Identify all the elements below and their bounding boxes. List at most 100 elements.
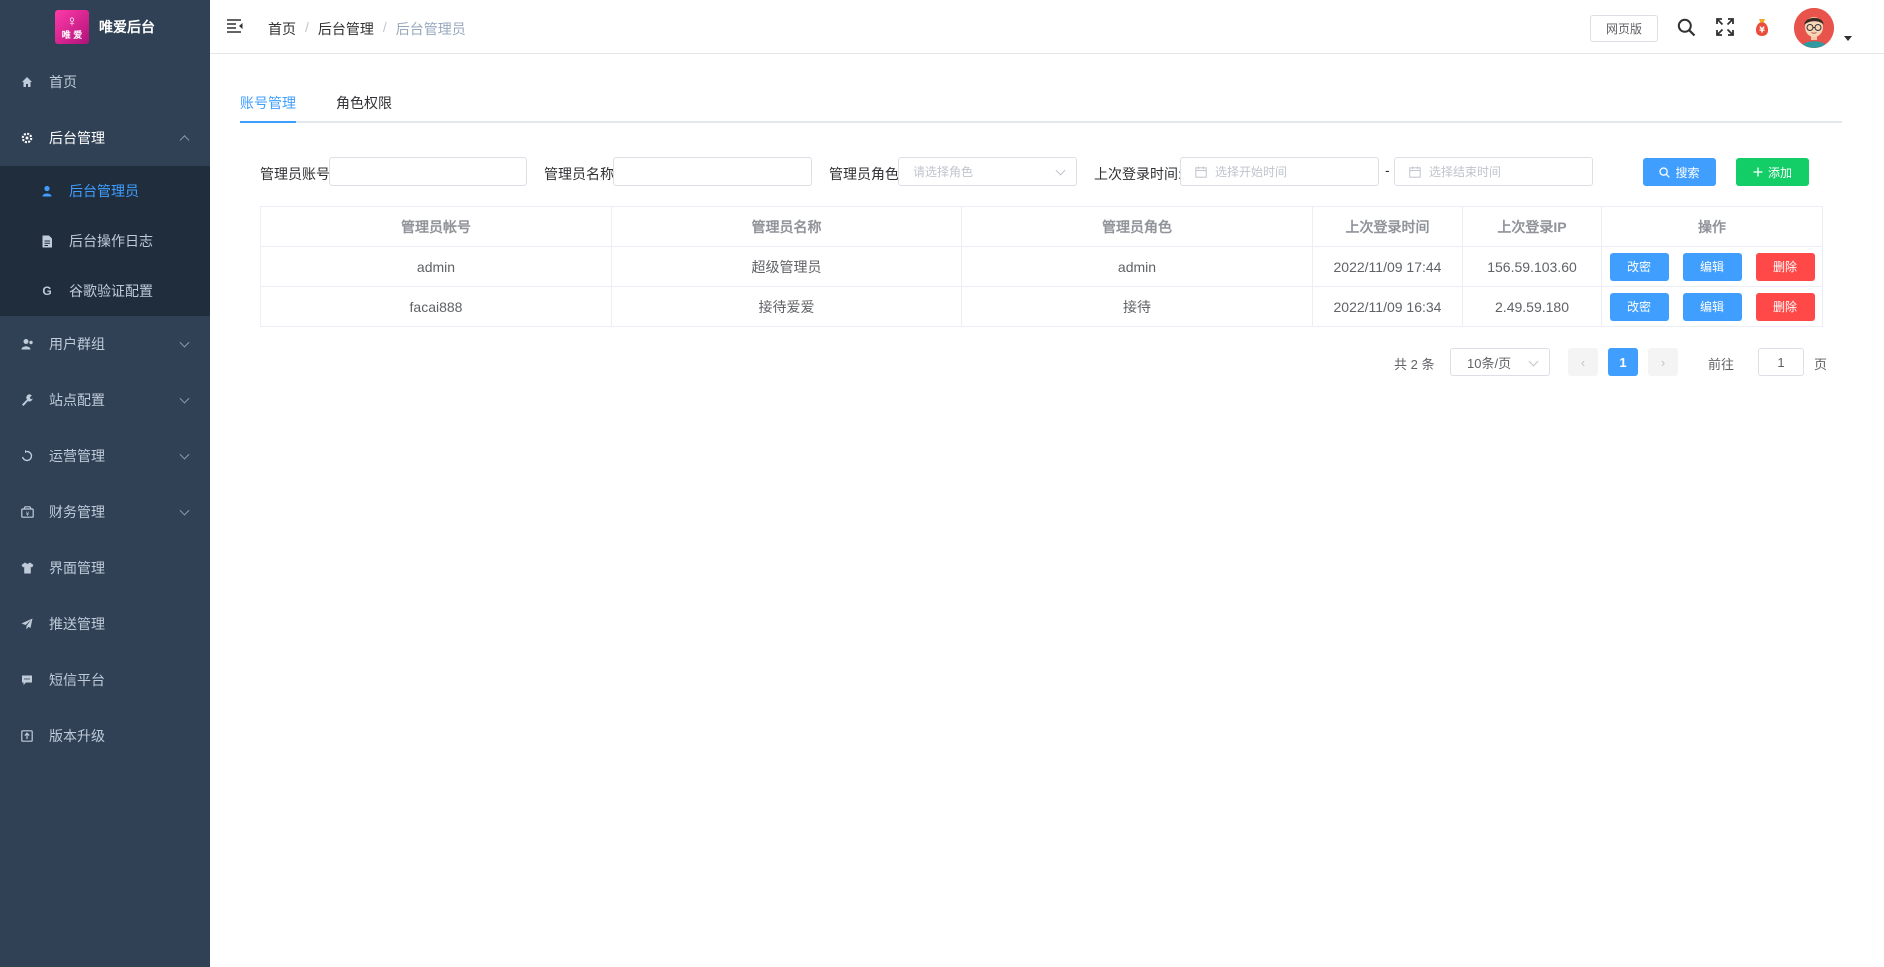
menu-toggle-icon[interactable] — [226, 18, 244, 34]
chevron-down-icon — [1528, 356, 1539, 367]
edit-button[interactable]: 编辑 — [1682, 252, 1742, 281]
cell-role: admin — [961, 246, 1313, 287]
date-range-separator: - — [1385, 162, 1390, 178]
prev-page-button[interactable]: ‹ — [1568, 348, 1598, 376]
change-password-button[interactable]: 改密 — [1609, 252, 1669, 281]
home-icon — [20, 75, 34, 89]
sidebar-item-label: 财务管理 — [49, 504, 105, 520]
delete-button[interactable]: 删除 — [1755, 292, 1815, 321]
column-header-role: 管理员角色 — [961, 206, 1313, 247]
sidebar-item-operations[interactable]: 运营管理 — [0, 428, 210, 484]
chat-icon — [20, 673, 34, 687]
app-title: 唯爱后台 — [99, 19, 155, 35]
cell-account: admin — [260, 246, 612, 287]
column-header-ip: 上次登录IP — [1462, 206, 1602, 247]
breadcrumb-admin-management[interactable]: 后台管理 — [318, 19, 374, 39]
filter-bar: 管理员账号: 管理员名称: 管理员角色: 请选择角色 上次登录时间: 选择开始时… — [260, 157, 1840, 187]
page-suffix-label: 页 — [1814, 357, 1828, 372]
top-header: 首页 / 后台管理 / 后台管理员 网页版 ¥ — [210, 0, 1884, 54]
svg-text:¥: ¥ — [25, 511, 29, 518]
sidebar-item-label: 首页 — [49, 74, 77, 90]
sidebar-item-google-auth[interactable]: G 谷歌验证配置 — [0, 266, 210, 316]
cell-name: 超级管理员 — [611, 246, 962, 287]
sidebar-item-label: 版本升级 — [49, 728, 105, 744]
sidebar-item-sms[interactable]: 短信平台 — [0, 652, 210, 708]
end-date-picker[interactable]: 选择结束时间 — [1394, 157, 1593, 186]
sidebar-item-label: 后台操作日志 — [69, 233, 153, 249]
goto-page-input[interactable]: 1 — [1758, 348, 1804, 376]
cell-ip: 156.59.103.60 — [1462, 246, 1602, 287]
search-button[interactable]: 搜索 — [1643, 158, 1716, 186]
role-select-placeholder: 请选择角色 — [913, 165, 974, 179]
next-page-button[interactable]: › — [1648, 348, 1678, 376]
start-date-placeholder: 选择开始时间 — [1215, 165, 1288, 179]
sidebar-item-push[interactable]: 推送管理 — [0, 596, 210, 652]
logo[interactable]: ♀ 唯 爱 唯爱后台 — [0, 0, 210, 54]
account-filter-label: 管理员账号: — [260, 166, 334, 182]
sidebar-item-user-groups[interactable]: 用户群组 — [0, 316, 210, 372]
sidebar-item-admin-users[interactable]: 后台管理员 — [0, 166, 210, 216]
chevron-up-icon — [179, 135, 190, 146]
breadcrumb-current: 后台管理员 — [395, 21, 466, 37]
search-button-label: 搜索 — [1675, 165, 1700, 180]
calendar-icon — [1409, 166, 1421, 178]
sidebar-item-label: 推送管理 — [49, 616, 105, 632]
sidebar-item-operation-log[interactable]: 后台操作日志 — [0, 216, 210, 266]
finance-icon: ¥ — [20, 505, 34, 519]
add-button[interactable]: 添加 — [1736, 158, 1809, 186]
role-select[interactable]: 请选择角色 — [898, 157, 1077, 186]
svg-text:¥: ¥ — [1759, 25, 1765, 34]
sidebar-item-version-upgrade[interactable]: 版本升级 — [0, 708, 210, 764]
role-filter-label: 管理员角色: — [829, 166, 903, 182]
search-icon[interactable] — [1676, 17, 1696, 37]
sidebar-item-label: 谷歌验证配置 — [69, 283, 153, 299]
column-header-last-login: 上次登录时间 — [1312, 206, 1463, 247]
money-bag-icon[interactable]: ¥ — [1752, 17, 1772, 37]
sidebar-item-interface[interactable]: 界面管理 — [0, 540, 210, 596]
google-icon: G — [42, 284, 52, 298]
cell-actions: 改密 编辑 删除 — [1601, 246, 1823, 287]
avatar-dropdown-caret-icon[interactable] — [1844, 36, 1852, 41]
page-number-button[interactable]: 1 — [1608, 348, 1638, 376]
recycle-icon — [20, 449, 34, 463]
tab-role-permissions[interactable]: 角色权限 — [336, 93, 392, 123]
sidebar-item-home[interactable]: 首页 — [0, 54, 210, 110]
search-icon — [1659, 166, 1671, 178]
start-date-picker[interactable]: 选择开始时间 — [1180, 157, 1379, 186]
cell-last-login: 2022/11/09 16:34 — [1312, 286, 1463, 327]
upgrade-icon — [20, 729, 34, 743]
web-version-button[interactable]: 网页版 — [1590, 15, 1658, 42]
sidebar-item-admin-management[interactable]: 后台管理 — [0, 110, 210, 166]
sidebar-item-label: 短信平台 — [49, 672, 105, 688]
breadcrumb-home[interactable]: 首页 — [268, 19, 296, 39]
fullscreen-icon[interactable] — [1715, 17, 1735, 37]
column-header-name: 管理员名称 — [611, 206, 962, 247]
cell-name: 接待爱爱 — [611, 286, 962, 327]
account-filter-input[interactable] — [329, 157, 527, 186]
wrench-icon — [20, 393, 34, 407]
sidebar-item-label: 运营管理 — [49, 448, 105, 464]
send-icon — [20, 617, 34, 631]
plus-icon — [1753, 167, 1763, 177]
name-filter-label: 管理员名称: — [544, 166, 618, 182]
user-group-icon — [20, 337, 34, 351]
change-password-button[interactable]: 改密 — [1609, 292, 1669, 321]
active-tab-indicator — [240, 121, 296, 123]
calendar-icon — [1195, 166, 1207, 178]
edit-button[interactable]: 编辑 — [1682, 292, 1742, 321]
page-size-value: 10条/页 — [1467, 355, 1512, 371]
cell-role: 接待 — [961, 286, 1313, 327]
cell-actions: 改密 编辑 删除 — [1601, 286, 1823, 327]
logo-image: ♀ 唯 爱 — [55, 10, 89, 44]
main-content: 账号管理 角色权限 管理员账号: 管理员名称: 管理员角色: 请选择角色 上次登… — [210, 55, 1884, 967]
page-size-select[interactable]: 10条/页 — [1450, 348, 1550, 376]
sidebar-item-finance[interactable]: ¥ 财务管理 — [0, 484, 210, 540]
delete-button[interactable]: 删除 — [1755, 252, 1815, 281]
sidebar-item-label: 后台管理 — [49, 130, 105, 146]
cell-ip: 2.49.59.180 — [1462, 286, 1602, 327]
user-avatar[interactable] — [1794, 8, 1834, 48]
sidebar-item-site-config[interactable]: 站点配置 — [0, 372, 210, 428]
tab-account-management[interactable]: 账号管理 — [240, 93, 296, 123]
login-time-filter-label: 上次登录时间: — [1094, 166, 1182, 182]
name-filter-input[interactable] — [613, 157, 812, 186]
